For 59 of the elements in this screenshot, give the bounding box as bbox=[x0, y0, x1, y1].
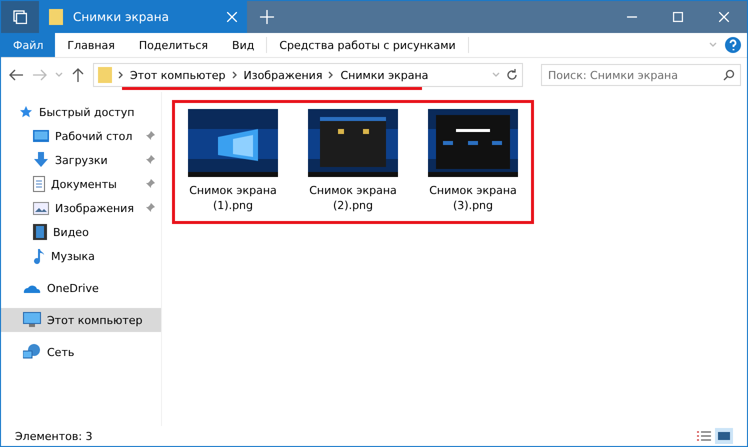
breadcrumb[interactable]: Этот компьютер bbox=[130, 68, 226, 82]
nav-item[interactable]: Быстрый доступ bbox=[1, 100, 161, 124]
help-icon[interactable] bbox=[725, 37, 741, 53]
film-icon bbox=[33, 224, 47, 240]
nav-item[interactable]: Рабочий стол bbox=[1, 124, 161, 148]
refresh-icon[interactable] bbox=[506, 69, 518, 81]
chevron-icon bbox=[118, 71, 124, 79]
ribbon-tab[interactable]: Средства работы с рисунками bbox=[267, 33, 468, 57]
back-arrow-icon bbox=[9, 69, 23, 81]
computer-icon bbox=[23, 312, 41, 328]
folder-icon bbox=[49, 9, 63, 25]
search-field[interactable]: Поиск: Снимки экрана bbox=[541, 64, 741, 86]
details-view-icon[interactable] bbox=[697, 430, 711, 442]
desktop-icon bbox=[33, 130, 49, 142]
thumbnail-view-icon[interactable] bbox=[715, 428, 733, 444]
ribbon-tab[interactable]: Вид bbox=[220, 33, 266, 57]
nav-item[interactable]: Этот компьютер bbox=[1, 308, 161, 332]
file-name[interactable]: Снимок экрана (3).png bbox=[425, 183, 521, 213]
download-icon bbox=[33, 152, 49, 168]
nav-item[interactable]: Документы bbox=[1, 172, 161, 196]
window-tab[interactable]: Снимки экрана bbox=[39, 1, 247, 33]
document-icon bbox=[33, 176, 45, 192]
network-icon bbox=[23, 344, 41, 360]
pin-icon[interactable] bbox=[145, 155, 155, 165]
chevron-icon bbox=[328, 71, 334, 79]
chevron-icon bbox=[232, 71, 238, 79]
pin-icon[interactable] bbox=[145, 131, 155, 141]
breadcrumb[interactable]: Снимки экрана bbox=[340, 68, 428, 82]
task-view-button[interactable] bbox=[1, 1, 39, 33]
minimize-icon bbox=[627, 16, 637, 18]
up-arrow-icon bbox=[72, 68, 84, 82]
forward-arrow-icon bbox=[33, 69, 47, 81]
item-count: Элементов: 3 bbox=[15, 430, 93, 442]
tab-title: Снимки экрана bbox=[73, 10, 170, 24]
ribbon-tab[interactable]: Файл bbox=[1, 33, 56, 57]
nav-item[interactable]: Видео bbox=[1, 220, 161, 244]
breadcrumb[interactable]: Изображения bbox=[244, 68, 322, 82]
nav-item[interactable]: Изображения bbox=[1, 196, 161, 220]
plus-icon bbox=[260, 10, 274, 24]
star-icon bbox=[19, 105, 33, 119]
ribbon-tab[interactable]: Главная bbox=[55, 33, 127, 57]
maximize-icon bbox=[673, 12, 683, 22]
pin-icon[interactable] bbox=[145, 179, 155, 189]
nav-item[interactable]: OneDrive bbox=[1, 276, 161, 300]
close-icon[interactable] bbox=[227, 12, 237, 22]
image-icon bbox=[33, 202, 49, 214]
close-icon bbox=[719, 12, 729, 22]
nav-item[interactable]: Сеть bbox=[1, 340, 161, 364]
search-icon bbox=[723, 69, 735, 81]
windows-stack-icon bbox=[13, 10, 27, 24]
pin-icon[interactable] bbox=[145, 203, 155, 213]
music-note-icon bbox=[33, 248, 45, 264]
ribbon-tab[interactable]: Поделиться bbox=[126, 33, 220, 57]
nav-item[interactable]: Загрузки bbox=[1, 148, 161, 172]
file-name[interactable]: Снимок экрана (1).png bbox=[185, 183, 281, 213]
file-name[interactable]: Снимок экрана (2).png bbox=[305, 183, 401, 213]
address-bar[interactable]: Этот компьютер Изображения Снимки экрана bbox=[93, 63, 523, 87]
nav-item[interactable]: Музыка bbox=[1, 244, 161, 268]
folder-icon bbox=[98, 67, 112, 83]
